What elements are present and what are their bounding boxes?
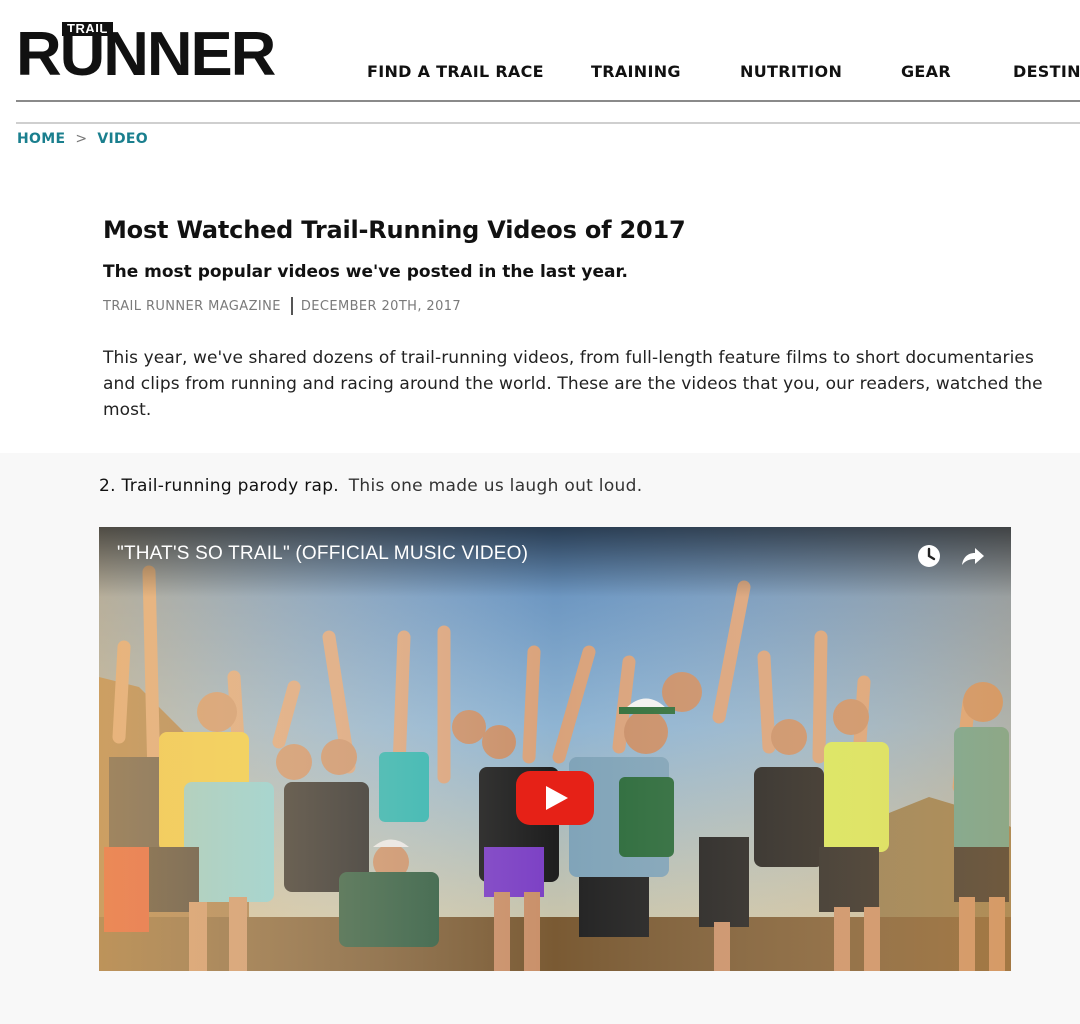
header-divider [16, 100, 1080, 102]
site-header: TRAIL RUNNER FIND A TRAIL RACE TRAINING … [0, 0, 1080, 102]
nav-find-a-trail-race[interactable]: FIND A TRAIL RACE [367, 62, 544, 81]
share-icon[interactable] [960, 543, 986, 569]
article-byline: TRAIL RUNNER MAGAZINE DECEMBER 20TH, 201… [103, 297, 461, 315]
article-date: DECEMBER 20TH, 2017 [300, 298, 462, 314]
video-player[interactable]: "THAT'S SO TRAIL" (OFFICIAL MUSIC VIDEO) [99, 527, 1011, 971]
video-title[interactable]: "THAT'S SO TRAIL" (OFFICIAL MUSIC VIDEO) [117, 543, 528, 565]
breadcrumb-video[interactable]: VIDEO [97, 131, 148, 147]
play-icon[interactable] [516, 771, 594, 825]
logo-runner-text: RUNNER [16, 20, 276, 89]
article-intro: This year, we've shared dozens of trail-… [103, 348, 1043, 420]
item-number: 2. [99, 476, 116, 496]
byline-divider [290, 297, 293, 315]
breadcrumb-home[interactable]: HOME [17, 131, 65, 147]
article-title: Most Watched Trail-Running Videos of 201… [103, 216, 686, 244]
nav-training[interactable]: TRAINING [591, 62, 681, 81]
article-author[interactable]: TRAIL RUNNER MAGAZINE [103, 299, 281, 314]
nav-destinations[interactable]: DESTINA [1013, 62, 1080, 81]
clock-icon[interactable] [916, 543, 942, 569]
article-subtitle: The most popular videos we've posted in … [103, 262, 628, 282]
nav-divider [16, 122, 1080, 124]
site-logo[interactable]: TRAIL RUNNER [16, 22, 276, 86]
video-item-caption: 2. Trail-running parody rap. This one ma… [99, 476, 642, 496]
item-heading: Trail-running parody rap. [121, 476, 340, 496]
breadcrumb-separator: > [75, 131, 88, 147]
nav-gear[interactable]: GEAR [901, 62, 951, 81]
breadcrumb: HOME > VIDEO [17, 131, 148, 147]
item-description: This one made us laugh out loud. [348, 476, 643, 496]
nav-nutrition[interactable]: NUTRITION [740, 62, 842, 81]
